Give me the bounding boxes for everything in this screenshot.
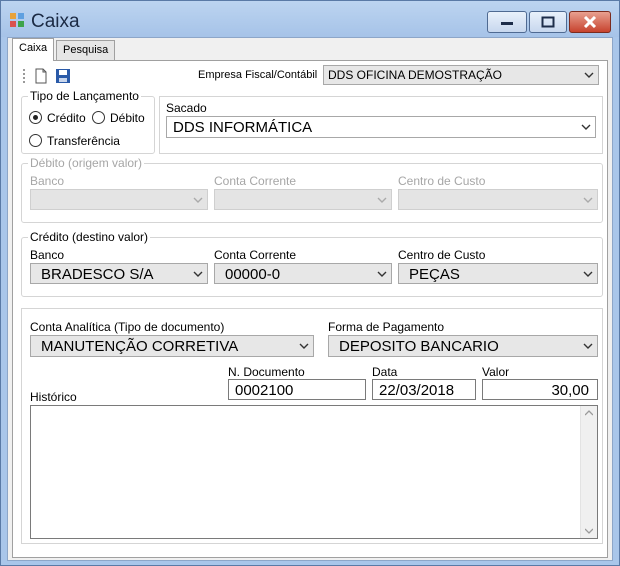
debito-conta-select[interactable] <box>214 189 392 210</box>
radio-transferencia-circle[interactable] <box>29 134 42 147</box>
empresa-value: DDS OFICINA DEMOSTRAÇÃO <box>328 68 503 82</box>
forma-pagamento-select[interactable]: DEPOSITO BANCARIO <box>328 335 598 357</box>
radio-credito-label: Crédito <box>47 111 86 125</box>
client-area: Caixa Pesquisa Empresa Fiscal/Contábil D… <box>7 37 613 561</box>
n-documento-input[interactable]: 0002100 <box>228 379 366 400</box>
chevron-down-icon <box>581 124 591 130</box>
credito-conta-label: Conta Corrente <box>214 248 297 262</box>
debito-conta-label: Conta Corrente <box>214 174 297 188</box>
debito-title: Débito (origem valor) <box>28 156 145 170</box>
debito-group: Débito (origem valor) Banco Conta Corren… <box>21 156 603 223</box>
debito-banco-select[interactable] <box>30 189 208 210</box>
app-icon <box>10 13 24 27</box>
historico-label: Histórico <box>30 390 77 404</box>
chevron-down-icon <box>583 343 593 349</box>
toolbar: Empresa Fiscal/Contábil DDS OFICINA DEMO… <box>17 63 603 87</box>
radio-transferencia-label: Transferência <box>47 134 120 148</box>
floppy-save-icon[interactable] <box>55 68 71 84</box>
n-documento-value: 0002100 <box>235 382 294 399</box>
title-bar[interactable]: Caixa <box>1 1 619 37</box>
data-input[interactable]: 22/03/2018 <box>372 379 476 400</box>
close-button[interactable] <box>569 11 611 33</box>
minimize-icon <box>501 22 513 25</box>
toolbar-grip[interactable] <box>23 69 26 83</box>
credito-centro-value: PEÇAS <box>409 266 460 283</box>
debito-centro-select[interactable] <box>398 189 598 210</box>
debito-banco-label: Banco <box>30 174 65 188</box>
minimize-button[interactable] <box>487 11 527 33</box>
data-value: 22/03/2018 <box>379 382 455 399</box>
chevron-down-icon <box>583 197 593 203</box>
tab-pesquisa-label: Pesquisa <box>63 44 109 56</box>
empresa-select[interactable]: DDS OFICINA DEMOSTRAÇÃO <box>323 65 599 85</box>
tipo-lancamento-title: Tipo de Lançamento <box>28 89 141 103</box>
credito-banco-label: Banco <box>30 248 65 262</box>
radio-selected-dot <box>33 115 38 120</box>
tab-caixa[interactable]: Caixa <box>12 38 55 61</box>
data-label: Data <box>372 365 398 379</box>
tipo-lancamento-group: Tipo de Lançamento Crédito Débito Transf… <box>21 89 155 154</box>
tab-caixa-label: Caixa <box>19 42 48 54</box>
chevron-down-icon <box>299 343 309 349</box>
empresa-label: Empresa Fiscal/Contábil <box>198 69 318 81</box>
radio-debito-circle[interactable] <box>92 111 105 124</box>
tab-pesquisa[interactable]: Pesquisa <box>56 40 116 60</box>
scroll-up-icon[interactable] <box>585 410 593 416</box>
forma-pagamento-label: Forma de Pagamento <box>328 320 445 334</box>
caixa-window: Caixa Caixa Pesquisa Empresa Fiscal/Cont… <box>0 0 620 566</box>
valor-value: 30,00 <box>551 382 589 399</box>
maximize-button[interactable] <box>529 11 567 33</box>
documento-group: Conta Analítica (Tipo de documento) MANU… <box>21 308 603 544</box>
valor-input[interactable]: 30,00 <box>482 379 598 400</box>
credito-group: Crédito (destino valor) Banco BRADESCO S… <box>21 230 603 297</box>
forma-pagamento-value: DEPOSITO BANCARIO <box>339 338 499 355</box>
sacado-group: Sacado DDS INFORMÁTICA <box>159 96 603 154</box>
debito-centro-label: Centro de Custo <box>398 174 486 188</box>
radio-credito-circle[interactable] <box>29 111 42 124</box>
valor-label: Valor <box>482 365 510 379</box>
chevron-down-icon <box>377 271 387 277</box>
credito-centro-select[interactable]: PEÇAS <box>398 263 598 284</box>
conta-analitica-label: Conta Analítica (Tipo de documento) <box>30 320 225 334</box>
chevron-down-icon <box>584 72 594 78</box>
close-icon <box>583 16 597 28</box>
credito-conta-select[interactable]: 00000-0 <box>214 263 392 284</box>
chevron-down-icon <box>193 271 203 277</box>
chevron-down-icon <box>583 271 593 277</box>
credito-centro-label: Centro de Custo <box>398 248 486 262</box>
n-documento-label: N. Documento <box>228 365 305 379</box>
credito-conta-value: 00000-0 <box>225 266 281 283</box>
window-title: Caixa <box>31 11 80 32</box>
caixa-tab-page: Empresa Fiscal/Contábil DDS OFICINA DEMO… <box>12 60 608 558</box>
new-document-icon[interactable] <box>33 68 49 84</box>
credito-title: Crédito (destino valor) <box>28 230 151 244</box>
sacado-select[interactable]: DDS INFORMÁTICA <box>166 116 596 138</box>
maximize-icon <box>541 16 555 28</box>
historico-textarea[interactable] <box>30 405 598 539</box>
scroll-down-icon[interactable] <box>585 528 593 534</box>
sacado-value: DDS INFORMÁTICA <box>173 119 313 136</box>
conta-analitica-select[interactable]: MANUTENÇÃO CORRETIVA <box>30 335 314 357</box>
chevron-down-icon <box>377 197 387 203</box>
radio-debito-label: Débito <box>110 111 145 125</box>
credito-banco-select[interactable]: BRADESCO S/A <box>30 263 208 284</box>
historico-scrollbar[interactable] <box>580 406 597 538</box>
chevron-down-icon <box>193 197 203 203</box>
conta-analitica-value: MANUTENÇÃO CORRETIVA <box>41 338 239 355</box>
credito-banco-value: BRADESCO S/A <box>41 266 154 283</box>
sacado-label: Sacado <box>166 101 207 115</box>
